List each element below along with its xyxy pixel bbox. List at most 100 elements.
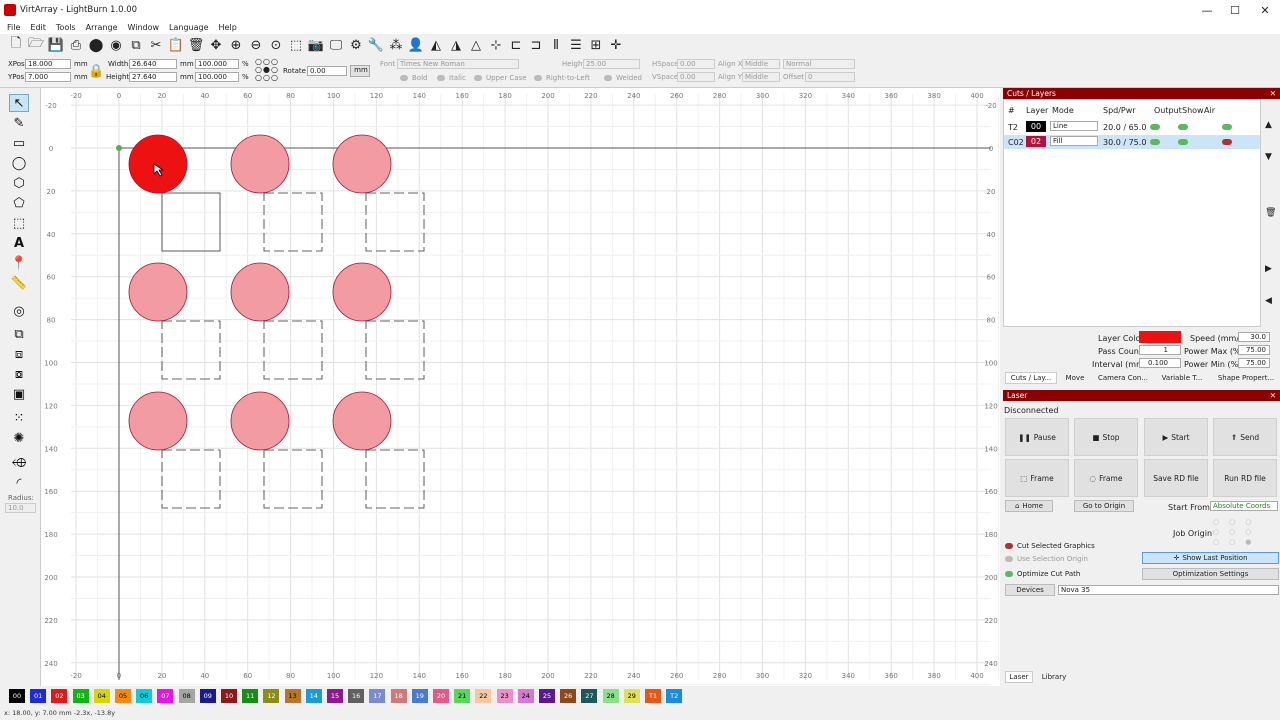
palette-swatch-14[interactable]: 14 — [305, 689, 322, 703]
palette-swatch-00[interactable]: 00 — [9, 689, 25, 703]
palette-swatch-25[interactable]: 25 — [539, 689, 555, 703]
palette-swatch-17[interactable]: 17 — [369, 689, 386, 703]
go-to-origin-button[interactable]: Go to Origin — [1074, 500, 1134, 512]
palette-swatch-29[interactable]: 29 — [623, 689, 640, 703]
air-toggle[interactable] — [1222, 139, 1232, 145]
array-square[interactable] — [161, 192, 221, 252]
corner-radius-icon[interactable]: ◜ — [9, 474, 29, 492]
lock-ratio-icon[interactable]: 🔒 — [88, 64, 104, 79]
bold-toggle[interactable]: Bold — [400, 74, 427, 82]
device-select[interactable]: Nova 35 — [1058, 585, 1279, 595]
maximize-button[interactable]: ☐ — [1220, 0, 1250, 20]
palette-swatch-13[interactable]: 13 — [284, 689, 301, 703]
grid-array-icon[interactable]: ⁙ — [9, 409, 29, 427]
boolean-subtract-icon[interactable]: ⧈ — [9, 345, 29, 363]
palette-swatch-15[interactable]: 15 — [327, 689, 343, 703]
menu-help[interactable]: Help — [219, 23, 237, 32]
show-last-position-button[interactable]: ✛ Show Last Position — [1142, 552, 1279, 564]
palette-swatch-28[interactable]: 28 — [602, 689, 619, 703]
home-button[interactable]: ⌂ Home — [1005, 500, 1053, 512]
camera-icon[interactable]: 📷 — [306, 35, 326, 55]
align-center-icon[interactable]: ⊹ — [486, 35, 506, 55]
minimize-button[interactable]: — — [1192, 0, 1222, 20]
cut-selected-checkbox[interactable]: Cut Selected Graphics — [1005, 542, 1095, 550]
polygon-tool-icon[interactable]: ⬡ — [9, 174, 29, 192]
palette-swatch-05[interactable]: 05 — [115, 689, 131, 703]
array-circle[interactable] — [332, 262, 392, 322]
palette-swatch-22[interactable]: 22 — [475, 689, 492, 703]
vspace-input[interactable]: 0.00 — [677, 72, 715, 82]
distribute-v-icon[interactable]: ☰ — [566, 35, 586, 55]
selected-circle[interactable] — [128, 134, 188, 194]
zoom-selection-icon[interactable]: ⬚ — [286, 35, 306, 55]
uppercase-toggle[interactable]: Upper Case — [474, 74, 527, 82]
circular-array-icon[interactable]: ✺ — [9, 429, 29, 447]
distribute-h-icon[interactable]: ⫴ — [546, 35, 566, 55]
draw-lines-icon[interactable]: ⬠ — [9, 194, 29, 212]
palette-swatch-23[interactable]: 23 — [496, 689, 513, 703]
center-icon[interactable]: ✛ — [606, 35, 626, 55]
scale-height-input[interactable]: 100.000 — [195, 72, 239, 82]
array-circle[interactable] — [230, 262, 290, 322]
layer-row[interactable]: C02 02 Fill 30.0 / 75.0 — [1004, 135, 1260, 149]
ungroup-icon[interactable]: 👤 — [406, 35, 426, 55]
show-toggle[interactable] — [1178, 139, 1188, 145]
frame-circle-button[interactable]: ◌ Frame — [1074, 459, 1138, 497]
use-selection-origin-checkbox[interactable]: Use Selection Origin — [1005, 555, 1088, 563]
palette-swatch-04[interactable]: 04 — [93, 689, 110, 703]
copy-icon[interactable]: ⧉ — [126, 35, 146, 55]
palette-swatch-19[interactable]: 19 — [411, 689, 428, 703]
alignx-select[interactable]: Middle — [742, 59, 780, 69]
welded-toggle[interactable]: Welded — [604, 74, 642, 82]
stop-button[interactable]: ■ Stop — [1074, 418, 1138, 456]
tab-library[interactable]: Library — [1037, 671, 1071, 683]
start-from-select[interactable]: Absolute Coords — [1210, 501, 1278, 511]
spacing-icon[interactable]: ⊞ — [586, 35, 606, 55]
import-icon[interactable]: ⬤ — [86, 35, 106, 55]
offset-shapes-icon[interactable]: ◎ — [9, 302, 29, 320]
zoom-out-icon[interactable]: ⊖ — [246, 35, 266, 55]
anchor-grid-icon[interactable]: ○○○ ○●○ ○○○ — [255, 58, 281, 84]
tab-camera-control[interactable]: Camera Con... — [1095, 372, 1151, 384]
palette-swatch-18[interactable]: 18 — [390, 689, 407, 703]
expand-right-icon[interactable]: ▶ — [1265, 264, 1272, 274]
output-toggle[interactable] — [1150, 139, 1160, 145]
unit-toggle-button[interactable]: mm — [350, 65, 370, 77]
edit-nodes-icon[interactable]: ✎ — [9, 114, 29, 132]
menu-arrange[interactable]: Arrange — [86, 23, 118, 32]
palette-swatch-24[interactable]: 24 — [517, 689, 534, 703]
text-tool-icon[interactable]: A — [9, 234, 29, 252]
scale-width-input[interactable]: 100.000 — [195, 59, 239, 69]
font-select[interactable]: Times New Roman — [397, 59, 519, 69]
width-input[interactable]: 26.640 — [129, 59, 177, 69]
hspace-input[interactable]: 0.00 — [677, 59, 715, 69]
palette-swatch-16[interactable]: 16 — [348, 689, 365, 703]
power-min-input[interactable]: 75.00 — [1238, 358, 1270, 368]
boolean-intersect-icon[interactable]: ⧇ — [9, 365, 29, 383]
palette-swatch-09[interactable]: 09 — [199, 689, 216, 703]
open-file-icon[interactable]: 🗁 — [26, 35, 46, 55]
palette-swatch-07[interactable]: 07 — [157, 689, 174, 703]
menu-file[interactable]: File — [7, 23, 20, 32]
array-circle[interactable] — [230, 134, 290, 194]
tools-wrench-icon[interactable]: 🔧 — [366, 35, 386, 55]
delete-icon[interactable]: 🗑 — [186, 35, 206, 55]
start-button[interactable]: ▶ Start — [1144, 418, 1208, 456]
palette-swatch-12[interactable]: 12 — [263, 689, 280, 703]
menu-edit[interactable]: Edit — [30, 23, 46, 32]
array-circle[interactable] — [230, 391, 290, 451]
array-circle[interactable] — [332, 134, 392, 194]
save-file-icon[interactable]: 💾 — [46, 35, 66, 55]
zoom-frame-icon[interactable]: ⊙ — [266, 35, 286, 55]
power-max-input[interactable]: 75.00 — [1238, 345, 1270, 355]
palette-swatch-02[interactable]: 02 — [51, 689, 68, 703]
align-right-icon[interactable]: ⊐ — [526, 35, 546, 55]
layer-color-swatch[interactable] — [1139, 331, 1181, 343]
align-left-icon[interactable]: ⊏ — [506, 35, 526, 55]
ypos-input[interactable]: 7.000 — [25, 72, 71, 82]
palette-swatch-27[interactable]: 27 — [581, 689, 598, 703]
palette-swatch-20[interactable]: 20 — [433, 689, 449, 703]
save-rd-button[interactable]: Save RD file — [1144, 459, 1208, 497]
job-origin-grid[interactable]: ○○○ ○○○ ○○● — [1213, 517, 1261, 547]
text-mode-select[interactable]: Normal — [783, 59, 855, 69]
